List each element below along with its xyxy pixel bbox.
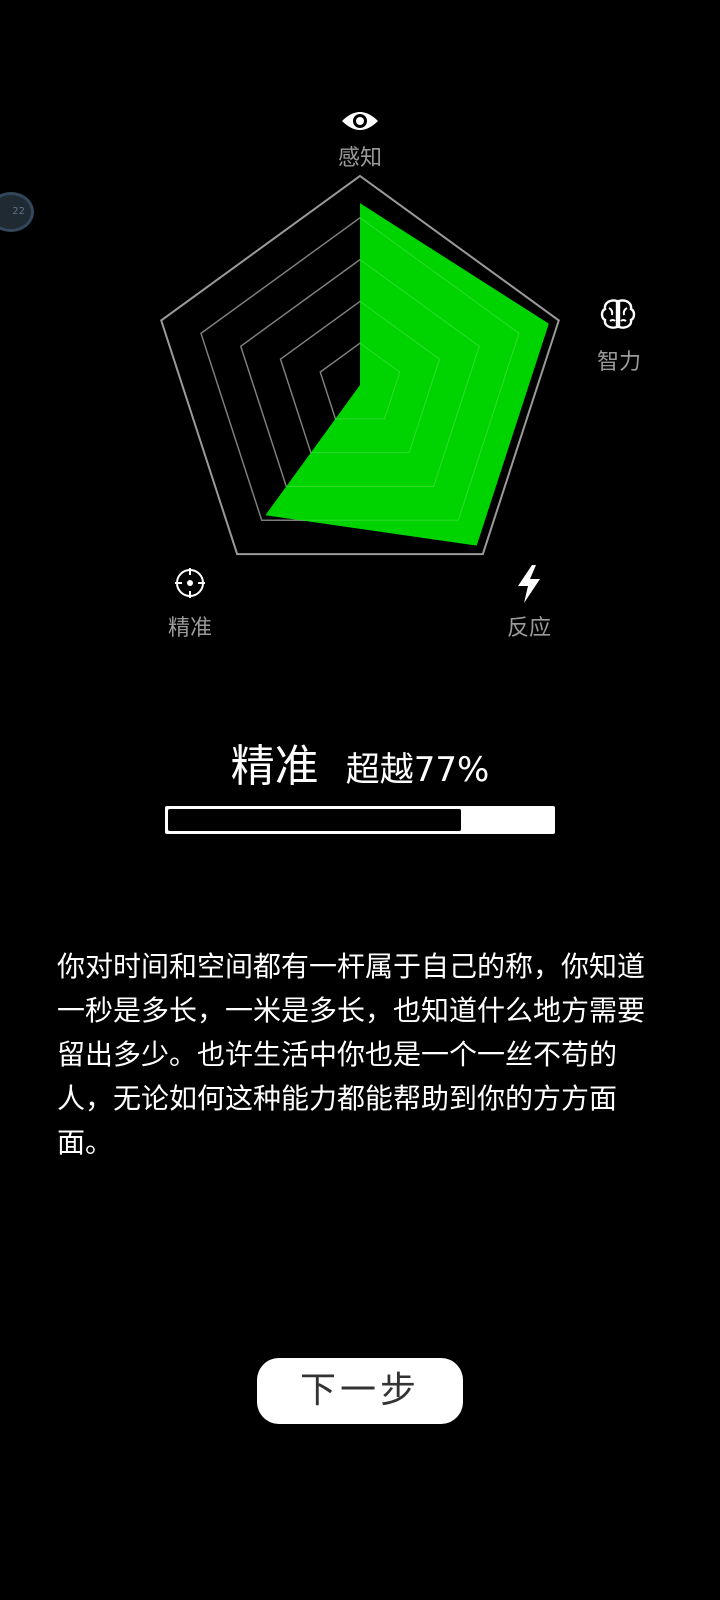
crosshair-icon <box>175 568 205 598</box>
axis-label-intelligence: 智力 <box>596 350 642 375</box>
result-heading: 精准 超越77% <box>0 730 720 794</box>
brain-icon <box>600 299 636 329</box>
axis-label-perception: 感知 <box>337 146 383 171</box>
axis-label-precision: 精准 <box>167 616 213 641</box>
result-description: 你对时间和空间都有一杆属于自己的称，你知道一秒是多长，一米是多长，也知道什么地方… <box>57 950 646 1159</box>
result-progress-fill <box>168 809 461 831</box>
next-step-button[interactable]: 下一步 <box>257 1358 463 1424</box>
eye-icon <box>342 112 378 130</box>
lightning-icon <box>518 565 540 603</box>
radar-score-area <box>265 203 549 546</box>
result-attribute: 精准 <box>230 741 319 792</box>
result-percentile: 超越77% <box>345 750 490 790</box>
result-progress-bar <box>165 806 555 834</box>
axis-label-reaction: 反应 <box>506 616 552 641</box>
